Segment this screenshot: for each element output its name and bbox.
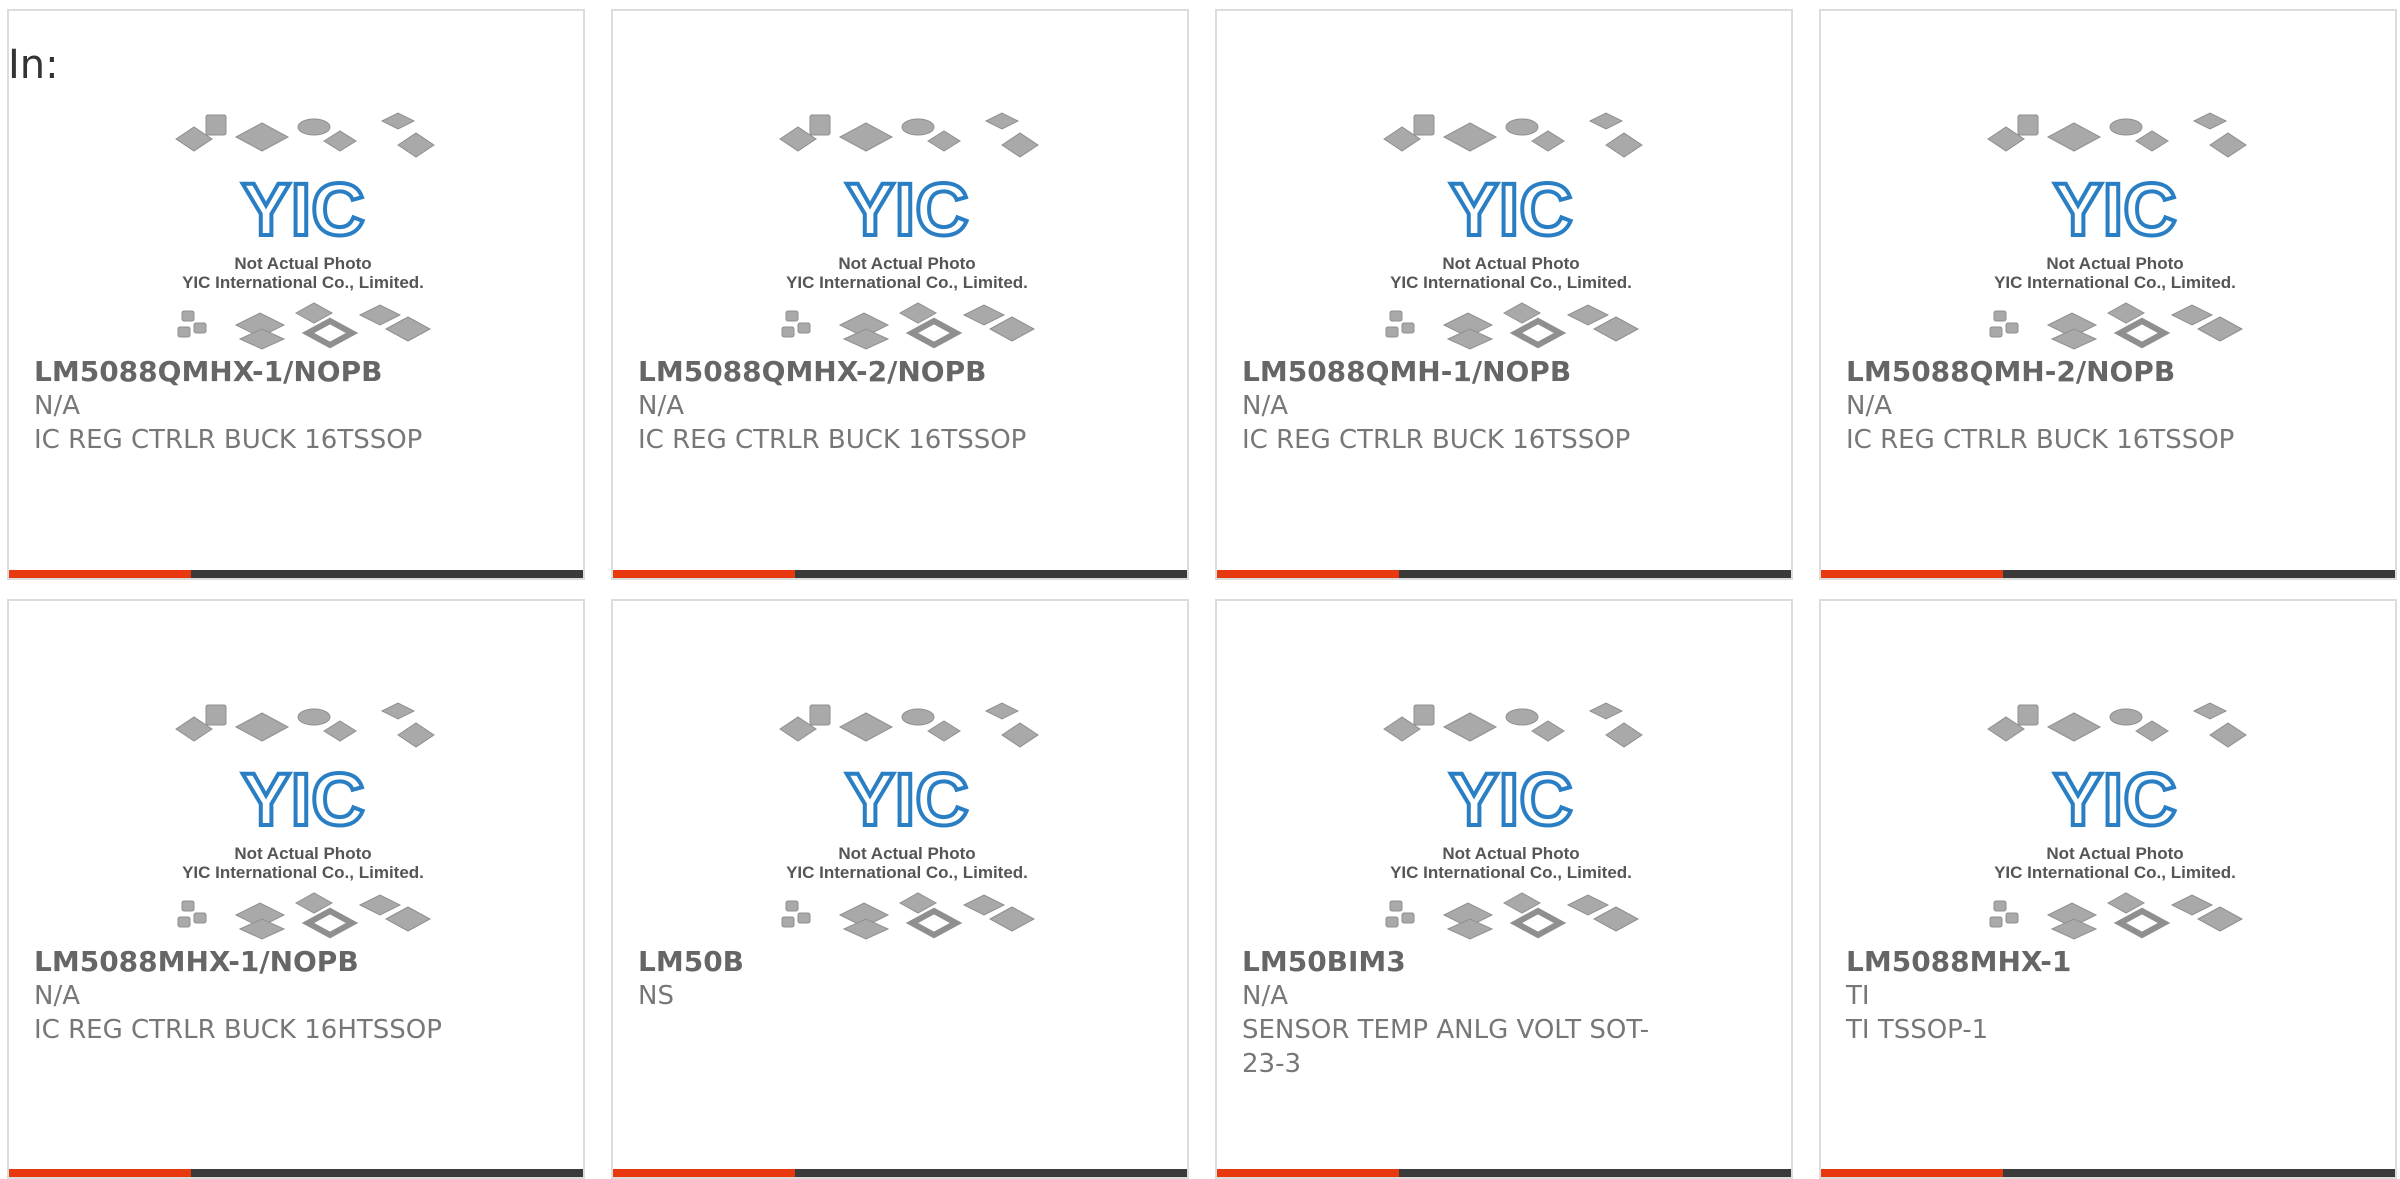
product-card[interactable]: YIC Not Actual Photo YIC International C… [611,599,1189,1179]
placeholder-caption-line1: Not Actual Photo [234,254,371,273]
placeholder-caption-line2: YIC International Co., Limited. [1994,863,2236,882]
product-placeholder-image[interactable]: YIC Not Actual Photo YIC International C… [1372,103,1650,353]
part-number-link[interactable]: LM5088QMHX-1/NOPB [34,355,382,389]
yic-logo: YIC [1449,168,1572,251]
card-bottom-bar [9,570,583,578]
product-placeholder-image[interactable]: YIC Not Actual Photo YIC International C… [164,103,442,353]
card-bottom-bar [1217,570,1791,578]
bar-accent-segment [9,1169,191,1177]
description: IC REG CTRLR BUCK 16HTSSOP [34,1015,442,1045]
card-bottom-bar [1217,1169,1791,1177]
placeholder-caption-line2: YIC International Co., Limited. [1390,273,1632,292]
description: IC REG CTRLR BUCK 16TSSOP [34,425,423,455]
bar-dark-segment [2003,1169,2395,1177]
part-number-link[interactable]: LM5088QMH-2/NOPB [1846,355,2175,389]
card-bottom-bar [613,1169,1187,1177]
bar-dark-segment [1399,570,1791,578]
product-card[interactable]: YIC Not Actual Photo YIC International C… [7,9,585,580]
yic-logo: YIC [1449,758,1572,841]
placeholder-caption-line1: Not Actual Photo [1442,844,1579,863]
part-number-link[interactable]: LM50B [638,945,744,979]
card-bottom-bar [613,570,1187,578]
placeholder-caption-line2: YIC International Co., Limited. [786,863,1028,882]
description: IC REG CTRLR BUCK 16TSSOP [638,425,1027,455]
product-card[interactable]: YIC Not Actual Photo YIC International C… [611,9,1189,580]
description: TI TSSOP-1 [1846,1015,1989,1045]
description: IC REG CTRLR BUCK 16TSSOP [1846,425,2235,455]
bar-accent-segment [613,1169,795,1177]
manufacturer: TI [1846,981,1870,1011]
bar-accent-segment [1217,1169,1399,1177]
card-bottom-bar [9,1169,583,1177]
placeholder-caption-line1: Not Actual Photo [234,844,371,863]
manufacturer: N/A [1242,391,1288,421]
placeholder-caption-line2: YIC International Co., Limited. [1390,863,1632,882]
product-placeholder-image[interactable]: YIC Not Actual Photo YIC International C… [1372,693,1650,943]
product-placeholder-image[interactable]: YIC Not Actual Photo YIC International C… [1976,103,2254,353]
part-number-link[interactable]: LM5088QMH-1/NOPB [1242,355,1571,389]
card-bottom-bar [1821,1169,2395,1177]
manufacturer: N/A [638,391,684,421]
bar-accent-segment [9,570,191,578]
bar-dark-segment [191,570,583,578]
product-placeholder-image[interactable]: YIC Not Actual Photo YIC International C… [768,693,1046,943]
placeholder-caption-line2: YIC International Co., Limited. [182,273,424,292]
yic-logo: YIC [2053,168,2176,251]
product-card[interactable]: YIC Not Actual Photo YIC International C… [1215,9,1793,580]
part-number-link[interactable]: LM5088MHX-1/NOPB [34,945,359,979]
yic-logo: YIC [241,758,364,841]
bar-accent-segment [1821,1169,2003,1177]
manufacturer: N/A [34,391,80,421]
placeholder-caption-line1: Not Actual Photo [1442,254,1579,273]
product-placeholder-image[interactable]: YIC Not Actual Photo YIC International C… [1976,693,2254,943]
manufacturer: N/A [34,981,80,1011]
product-card[interactable]: YIC Not Actual Photo YIC International C… [7,599,585,1179]
product-card[interactable]: YIC Not Actual Photo YIC International C… [1215,599,1793,1179]
manufacturer: NS [638,981,674,1011]
part-number-link[interactable]: LM5088QMHX-2/NOPB [638,355,986,389]
bar-dark-segment [795,570,1187,578]
placeholder-caption-line2: YIC International Co., Limited. [1994,273,2236,292]
in-label: In: [8,42,59,88]
bar-dark-segment [1399,1169,1791,1177]
yic-logo: YIC [241,168,364,251]
description: SENSOR TEMP ANLG VOLT SOT-23-3 [1242,1015,1650,1079]
bar-dark-segment [795,1169,1187,1177]
yic-logo: YIC [845,758,968,841]
bar-dark-segment [2003,570,2395,578]
description: IC REG CTRLR BUCK 16TSSOP [1242,425,1631,455]
product-card[interactable]: YIC Not Actual Photo YIC International C… [1819,599,2397,1179]
part-number-link[interactable]: LM50BIM3 [1242,945,1406,979]
product-card[interactable]: YIC Not Actual Photo YIC International C… [1819,9,2397,580]
yic-logo: YIC [845,168,968,251]
bar-accent-segment [1217,570,1399,578]
placeholder-caption-line1: Not Actual Photo [2046,844,2183,863]
bar-dark-segment [191,1169,583,1177]
placeholder-caption-line2: YIC International Co., Limited. [182,863,424,882]
product-placeholder-image[interactable]: YIC Not Actual Photo YIC International C… [768,103,1046,353]
product-placeholder-image[interactable]: YIC Not Actual Photo YIC International C… [164,693,442,943]
manufacturer: N/A [1242,981,1288,1011]
placeholder-caption-line1: Not Actual Photo [838,844,975,863]
part-number-link[interactable]: LM5088MHX-1 [1846,945,2071,979]
bar-accent-segment [613,570,795,578]
bar-accent-segment [1821,570,2003,578]
placeholder-caption-line1: Not Actual Photo [838,254,975,273]
placeholder-caption-line1: Not Actual Photo [2046,254,2183,273]
manufacturer: N/A [1846,391,1892,421]
card-bottom-bar [1821,570,2395,578]
yic-logo: YIC [2053,758,2176,841]
placeholder-caption-line2: YIC International Co., Limited. [786,273,1028,292]
